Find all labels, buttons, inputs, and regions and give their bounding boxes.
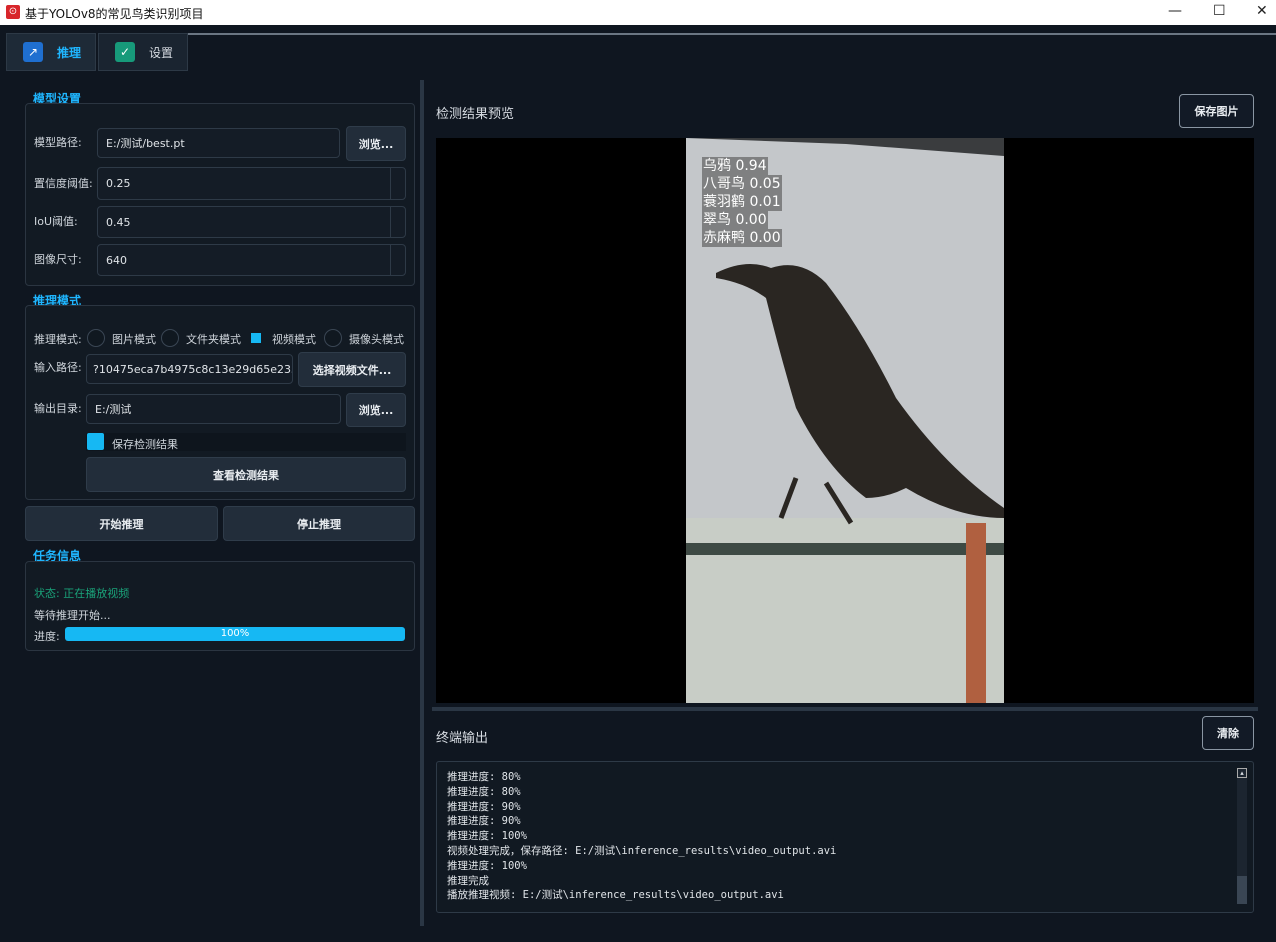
terminal-line: 推理进度: 100% <box>447 859 527 872</box>
terminal-line: 推理完成 <box>447 874 489 887</box>
check-circle-icon: ✓ <box>115 42 135 62</box>
iou-label: IoU阈值: <box>34 215 78 228</box>
progress-bar: 100% <box>65 627 405 641</box>
chart-line-icon: ↗ <box>23 42 43 62</box>
detection-label: 八哥鸟 0.05 <box>702 175 782 193</box>
save-results-checkbox[interactable] <box>87 433 104 450</box>
terminal-line: 推理进度: 90% <box>447 800 521 813</box>
mode-label: 推理模式: <box>34 333 82 346</box>
stop-inference-button[interactable]: 停止推理 <box>223 506 415 541</box>
imgsz-label: 图像尺寸: <box>34 253 82 266</box>
title-bar: ⊙ 基于YOLOv8的常见鸟类识别项目 — ☐ ✕ <box>0 0 1276 25</box>
app-icon: ⊙ <box>6 5 20 19</box>
view-results-button[interactable]: 查看检测结果 <box>86 457 406 492</box>
start-inference-button[interactable]: 开始推理 <box>25 506 218 541</box>
scroll-up-icon[interactable]: ▴ <box>1237 768 1247 778</box>
radio-label: 视频模式 <box>272 333 316 346</box>
terminal-line: 推理进度: 80% <box>447 785 521 798</box>
iou-stepper[interactable] <box>390 206 406 238</box>
terminal-line: 播放推理视频: E:/测试\inference_results\video_ou… <box>447 889 784 902</box>
scrollbar-thumb[interactable] <box>1237 876 1247 904</box>
save-results-label: 保存检测结果 <box>112 438 178 451</box>
model-path-input[interactable]: E:/测试/best.pt <box>97 128 340 158</box>
clear-button[interactable]: 清除 <box>1202 716 1254 750</box>
task-message: 等待推理开始... <box>34 609 111 622</box>
radio-camera-mode[interactable] <box>324 329 342 347</box>
output-dir-label: 输出目录: <box>34 402 82 415</box>
close-button[interactable]: ✕ <box>1256 3 1268 19</box>
progress-text: 100% <box>220 628 250 639</box>
imgsz-spinbox[interactable]: 640 <box>97 244 406 276</box>
terminal-line: 推理进度: 100% <box>447 830 527 843</box>
maximize-button[interactable]: ☐ <box>1213 3 1226 19</box>
detection-labels: 乌鸦 0.94 八哥鸟 0.05 蓑羽鹤 0.01 翠鸟 0.00 赤麻鸭 0.… <box>702 157 782 247</box>
model-browse-button[interactable]: 浏览... <box>346 126 406 161</box>
radio-video-mode[interactable] <box>251 333 261 343</box>
terminal-line: 推理进度: 80% <box>447 771 521 783</box>
radio-label: 图片模式 <box>112 333 156 346</box>
save-image-button[interactable]: 保存图片 <box>1179 94 1254 128</box>
progress-label: 进度: <box>34 630 60 643</box>
conf-spinbox[interactable]: 0.25 <box>97 167 406 200</box>
detection-label: 翠鸟 0.00 <box>702 211 768 229</box>
terminal-line: 推理进度: 90% <box>447 815 521 828</box>
terminal-title: 终端输出 <box>436 731 489 746</box>
terminal-lines: 推理进度: 80% 推理进度: 80% 推理进度: 90% 推理进度: 90% 推理进度… <box>447 770 836 903</box>
splitter-handle-horizontal[interactable] <box>432 707 1258 711</box>
iou-value: 0.45 <box>106 215 131 229</box>
detection-label: 蓑羽鹤 0.01 <box>702 193 782 211</box>
status-text: 状态: 正在播放视频 <box>34 587 130 600</box>
radio-label: 文件夹模式 <box>186 333 241 346</box>
detection-label: 乌鸦 0.94 <box>702 157 768 175</box>
output-browse-button[interactable]: 浏览... <box>346 393 406 427</box>
input-path-input[interactable]: ?10475eca7b4975c8c13e29d65e235.mp4 <box>86 354 293 384</box>
scrollbar[interactable]: ▴ <box>1237 768 1247 904</box>
tab-bar-line <box>188 33 1276 35</box>
imgsz-stepper[interactable] <box>390 244 406 276</box>
conf-label: 置信度阈值: <box>34 177 93 190</box>
radio-folder-mode[interactable] <box>161 329 179 347</box>
tab-inference[interactable]: ↗ 推理 <box>6 33 96 71</box>
conf-value: 0.25 <box>106 177 131 190</box>
terminal-line: 视频处理完成，保存路径: E:/测试\inference_results\vid… <box>447 844 837 857</box>
input-path-label: 输入路径: <box>34 361 82 374</box>
conf-stepper[interactable] <box>390 167 406 200</box>
tab-label: 推理 <box>57 45 82 60</box>
radio-image-mode[interactable] <box>87 329 105 347</box>
output-dir-input[interactable]: E:/测试 <box>86 394 341 424</box>
splitter-handle[interactable] <box>420 80 424 926</box>
tab-label: 设置 <box>149 45 174 60</box>
minimize-button[interactable]: — <box>1168 3 1182 19</box>
preview-area: 乌鸦 0.94 八哥鸟 0.05 蓑羽鹤 0.01 翠鸟 0.00 赤麻鸭 0.… <box>436 138 1254 703</box>
model-path-label: 模型路径: <box>34 136 82 149</box>
detection-label: 赤麻鸭 0.00 <box>702 229 782 247</box>
terminal-output[interactable]: 推理进度: 80% 推理进度: 80% 推理进度: 90% 推理进度: 90% 推理进度… <box>436 761 1254 913</box>
imgsz-value: 640 <box>106 253 127 267</box>
window-title: 基于YOLOv8的常见鸟类识别项目 <box>25 7 204 21</box>
select-video-button[interactable]: 选择视频文件... <box>298 352 406 387</box>
radio-label: 摄像头模式 <box>349 333 404 346</box>
iou-spinbox[interactable]: 0.45 <box>97 206 406 238</box>
tab-settings[interactable]: ✓ 设置 <box>98 33 188 71</box>
preview-title: 检测结果预览 <box>436 107 515 122</box>
